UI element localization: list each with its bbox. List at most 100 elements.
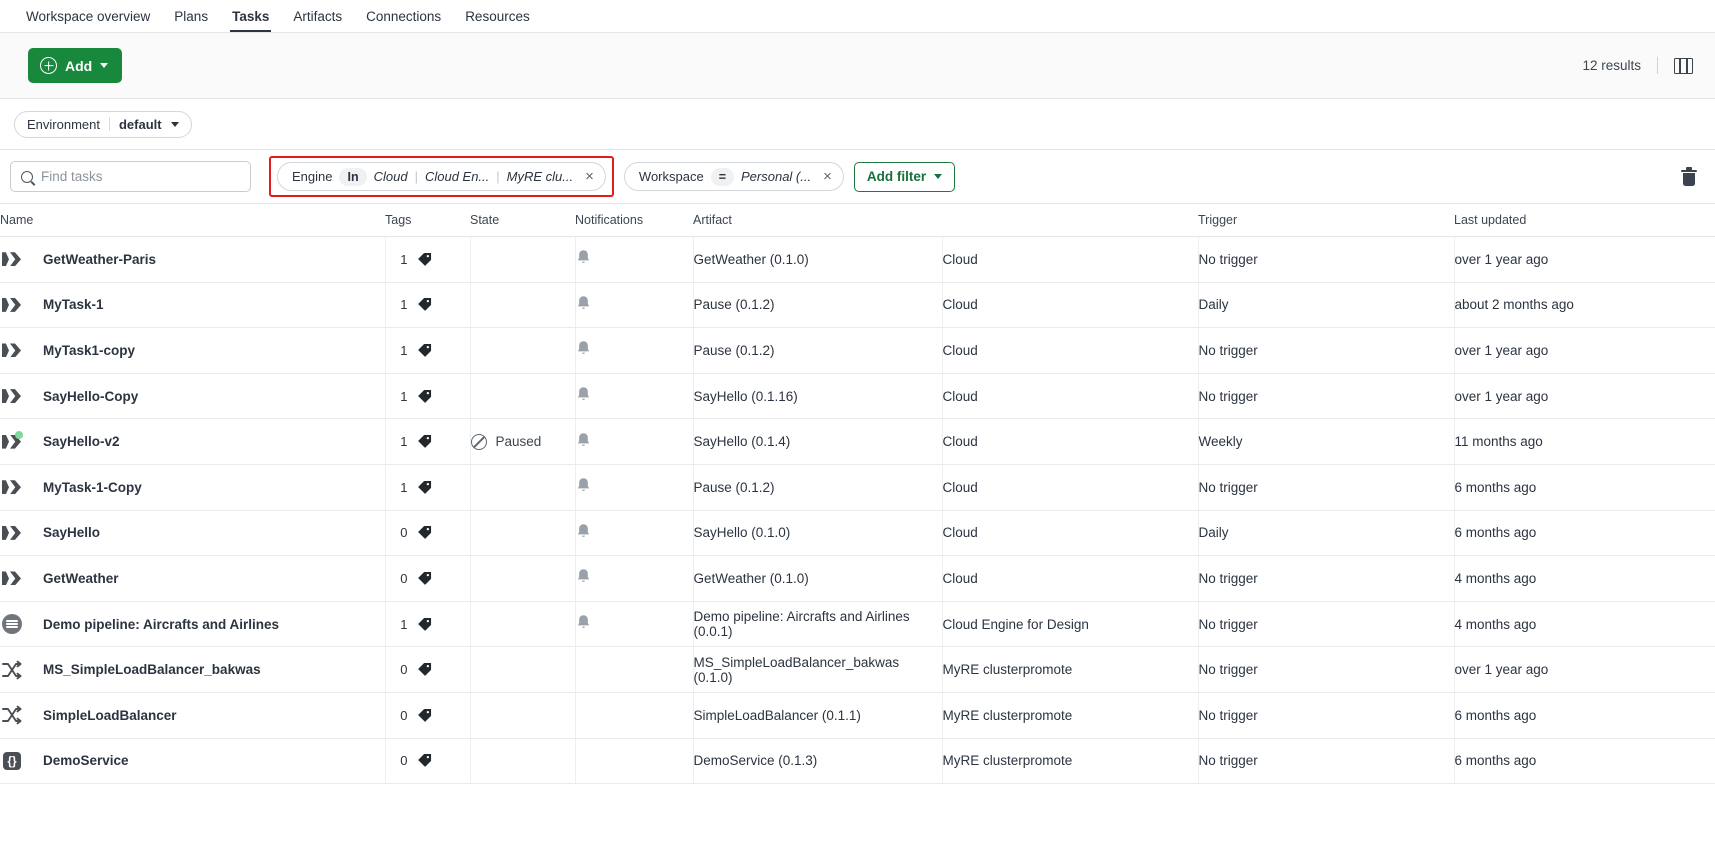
- tag-icon: [417, 343, 431, 357]
- task-name[interactable]: Demo pipeline: Aircrafts and Airlines: [43, 617, 279, 632]
- task-name[interactable]: SayHello-Copy: [43, 389, 138, 404]
- topnav-item-tasks[interactable]: Tasks: [220, 0, 281, 32]
- task-name[interactable]: MS_SimpleLoadBalancer_bakwas: [43, 662, 261, 677]
- topnav-item-resources[interactable]: Resources: [453, 0, 542, 32]
- bell-icon[interactable]: [576, 523, 591, 540]
- filter-chip-workspace[interactable]: Workspace = Personal (... ×: [623, 162, 844, 191]
- add-button[interactable]: Add: [28, 48, 123, 83]
- cell-name[interactable]: MS_SimpleLoadBalancer_bakwas: [0, 646, 386, 693]
- table-row[interactable]: MyTask-1 1 Pause (0.1.2) Cloud Daily about 2 …: [0, 282, 1715, 329]
- cell-name[interactable]: SayHello-v2: [0, 418, 386, 465]
- task-name[interactable]: DemoService: [43, 753, 129, 768]
- clear-filters-trash-icon[interactable]: [1681, 167, 1697, 186]
- topnav-item-artifacts[interactable]: Artifacts: [281, 0, 354, 32]
- table-row[interactable]: MS_SimpleLoadBalancer_bakwas 0 MS_SimpleLo…: [0, 646, 1715, 693]
- cell-state: [470, 738, 576, 785]
- task-name[interactable]: SimpleLoadBalancer: [43, 708, 177, 723]
- topnav-item-workspace-overview[interactable]: Workspace overview: [14, 0, 162, 32]
- column-header-name[interactable]: Name: [0, 204, 385, 237]
- column-header-notifications[interactable]: Notifications: [575, 204, 693, 237]
- table-row[interactable]: GetWeather 0 GetWeather (0.1.0) Cloud No tri…: [0, 555, 1715, 602]
- bell-icon[interactable]: [576, 477, 591, 494]
- name-cell: GetWeather: [0, 566, 385, 590]
- paused-icon: [470, 433, 487, 450]
- filter-chip-engine-remove-icon[interactable]: ×: [580, 169, 599, 184]
- search-input[interactable]: [41, 169, 240, 184]
- cell-engine-text: Cloud: [942, 297, 978, 313]
- cell-notifications: [575, 282, 694, 329]
- add-filter-button[interactable]: Add filter: [853, 161, 956, 192]
- cell-artifact-text: SayHello (0.1.4): [693, 434, 791, 450]
- search-box[interactable]: [10, 161, 251, 192]
- shuffle-icon: [0, 703, 24, 727]
- top-navigation: Workspace overview Plans Tasks Artifacts Con…: [0, 0, 1715, 33]
- tasks-table: Name Tags State Notifications Artifact Trigge…: [0, 204, 1715, 785]
- cell-state: [470, 601, 576, 648]
- columns-icon[interactable]: [1674, 57, 1693, 74]
- bell-icon[interactable]: [576, 249, 591, 266]
- cell-name[interactable]: Demo pipeline: Aircrafts and Airlines: [0, 601, 386, 648]
- table-row[interactable]: MyTask1-copy 1 Pause (0.1.2) Cloud No trigge…: [0, 327, 1715, 374]
- table-row[interactable]: Demo pipeline: Aircrafts and Airlines 1 De…: [0, 601, 1715, 648]
- pipeline-line: [6, 623, 18, 625]
- cell-name[interactable]: MyTask-1: [0, 282, 386, 329]
- cell-trigger: Daily: [1198, 282, 1455, 329]
- column-header-artifact[interactable]: Artifact: [693, 204, 942, 237]
- cell-name[interactable]: MyTask1-copy: [0, 327, 386, 374]
- cell-state: [470, 555, 576, 602]
- table-row[interactable]: MyTask-1-Copy 1 Pause (0.1.2) Cloud No trigg…: [0, 464, 1715, 511]
- task-name[interactable]: MyTask-1: [43, 297, 104, 312]
- topnav-item-connections[interactable]: Connections: [354, 0, 453, 32]
- cell-name[interactable]: GetWeather-Paris: [0, 236, 386, 283]
- cell-notifications: [575, 327, 694, 374]
- plus-circle-icon: [40, 57, 57, 74]
- topnav-item-label: Tasks: [232, 8, 270, 24]
- table-row[interactable]: SayHello 0 SayHello (0.1.0) Cloud Daily 6 mon…: [0, 510, 1715, 557]
- cell-name[interactable]: SayHello-Copy: [0, 373, 386, 420]
- table-row[interactable]: GetWeather-Paris 1 GetWeather (0.1.0) Cloud…: [0, 236, 1715, 283]
- table-row[interactable]: {} DemoService 0 DemoService (0.1.3) MyRE cl…: [0, 738, 1715, 785]
- tag-count: 1: [400, 479, 408, 495]
- column-header-last-updated[interactable]: Last updated: [1454, 204, 1715, 237]
- task-name[interactable]: GetWeather-Paris: [43, 252, 156, 267]
- cell-engine: MyRE clusterpromote: [942, 738, 1199, 785]
- filter-chip-workspace-remove-icon[interactable]: ×: [818, 169, 837, 184]
- cell-engine: Cloud: [942, 464, 1199, 511]
- cell-trigger-text: Daily: [1198, 297, 1229, 313]
- column-header-tags[interactable]: Tags: [385, 204, 470, 237]
- cell-name[interactable]: GetWeather: [0, 555, 386, 602]
- bell-icon[interactable]: [576, 432, 591, 449]
- cell-artifact: Pause (0.1.2): [693, 464, 943, 511]
- service-icon: {}: [0, 749, 24, 773]
- column-header-state[interactable]: State: [470, 204, 575, 237]
- task-name[interactable]: MyTask1-copy: [43, 343, 135, 358]
- table-row[interactable]: SayHello-v2 1 Paused SayHello (0.1.4) Cloud W…: [0, 418, 1715, 465]
- cell-name[interactable]: SayHello: [0, 510, 386, 557]
- cell-tags: 0: [385, 555, 471, 602]
- bell-icon[interactable]: [576, 340, 591, 357]
- task-chevron-right: [10, 343, 21, 358]
- table-row[interactable]: SayHello-Copy 1 SayHello (0.1.16) Cloud No t…: [0, 373, 1715, 420]
- environment-selector[interactable]: Environment default: [14, 110, 192, 138]
- topnav-item-plans[interactable]: Plans: [162, 0, 220, 32]
- cell-name[interactable]: SimpleLoadBalancer: [0, 692, 386, 739]
- bell-icon[interactable]: [576, 386, 591, 403]
- bell-icon[interactable]: [576, 568, 591, 585]
- task-chevron-left: [2, 434, 9, 449]
- task-name[interactable]: SayHello: [43, 525, 100, 540]
- task-name[interactable]: GetWeather: [43, 571, 119, 586]
- bell-icon[interactable]: [576, 614, 591, 631]
- bell-icon[interactable]: [576, 295, 591, 312]
- cell-name[interactable]: {} DemoService: [0, 738, 386, 785]
- task-name[interactable]: MyTask-1-Copy: [43, 480, 142, 495]
- task-chevron-right: [10, 252, 21, 267]
- cell-engine: Cloud: [942, 373, 1199, 420]
- column-header-engine[interactable]: [942, 204, 1198, 237]
- task-name[interactable]: SayHello-v2: [43, 434, 120, 449]
- column-header-trigger[interactable]: Trigger: [1198, 204, 1454, 237]
- cell-name[interactable]: MyTask-1-Copy: [0, 464, 386, 511]
- table-row[interactable]: SimpleLoadBalancer 0 SimpleLoadBalancer (0…: [0, 692, 1715, 739]
- cell-last-updated: over 1 year ago: [1454, 327, 1715, 374]
- topnav-item-label: Workspace overview: [26, 8, 151, 24]
- filter-chip-engine[interactable]: Engine In Cloud | Cloud En... | MyRE clu…: [277, 162, 606, 191]
